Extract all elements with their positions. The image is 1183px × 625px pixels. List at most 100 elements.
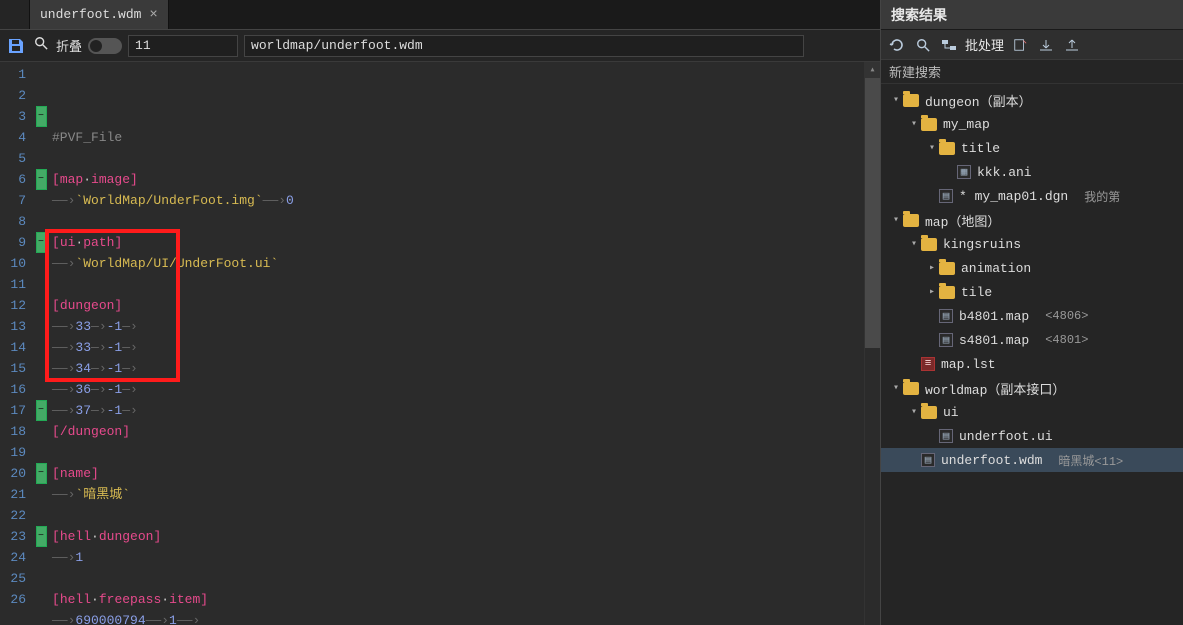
tree-row[interactable]: ≡map.lst	[881, 352, 1183, 376]
search-icon[interactable]	[34, 36, 48, 55]
search-icon[interactable]	[913, 35, 933, 55]
tree-row[interactable]: ▤s4801.map<4801>	[881, 328, 1183, 352]
folder-icon	[939, 262, 955, 275]
code-line[interactable]: [ui·path]	[50, 232, 864, 253]
tree-label: my_map	[943, 117, 990, 132]
fold-marker[interactable]: −	[36, 232, 47, 253]
tree-label: dungeon（副本）	[925, 91, 1032, 110]
tab-spacer	[0, 0, 30, 29]
editor-area: 1234567891011121314151617181920212223242…	[0, 62, 880, 625]
tree-row[interactable]: ▾dungeon（副本）	[881, 88, 1183, 112]
fold-gutter: − − − − − −	[32, 62, 50, 625]
code-line[interactable]: ——›`暗黑城`	[50, 484, 864, 505]
code-line[interactable]: ——›34—›-1—›	[50, 358, 864, 379]
code-line[interactable]: [hell·dungeon]	[50, 526, 864, 547]
file-icon: ▤	[939, 189, 953, 203]
code-line[interactable]	[50, 505, 864, 526]
close-icon[interactable]: ×	[149, 7, 157, 23]
code-line[interactable]: ——›`WorldMap/UnderFoot.img`——›0	[50, 190, 864, 211]
tree-label: kkk.ani	[977, 165, 1032, 180]
code-line[interactable]: ——›690000794——›1——›	[50, 610, 864, 625]
fold-marker[interactable]: −	[36, 526, 47, 547]
tree-row[interactable]: ▤ b4801.map <4806>	[881, 304, 1183, 328]
line-input[interactable]	[128, 35, 238, 57]
code-line[interactable]: ——›36—›-1—›	[50, 379, 864, 400]
panel-toolbar: 批处理	[881, 30, 1183, 60]
tree-row[interactable]: ▾worldmap（副本接口）	[881, 376, 1183, 400]
code-line[interactable]: ——›1	[50, 547, 864, 568]
tree-extra: <4806>	[1045, 309, 1088, 323]
code-line[interactable]: #PVF_File	[50, 127, 864, 148]
fold-marker[interactable]: −	[36, 463, 47, 484]
code-line[interactable]: [hell·freepass·item]	[50, 589, 864, 610]
tree-label: b4801.map	[959, 309, 1029, 324]
editor-panel: underfoot.wdm × 折叠 123456789101112131415…	[0, 0, 880, 625]
tree-label: underfoot.ui	[959, 429, 1053, 444]
scroll-thumb[interactable]	[865, 78, 880, 348]
fold-label: 折叠	[56, 36, 82, 55]
list-file-icon: ≡	[921, 357, 935, 371]
code-content[interactable]: #PVF_File [map·image]——›`WorldMap/UnderFo…	[50, 62, 864, 625]
export-icon[interactable]	[1062, 35, 1082, 55]
tree-row[interactable]: ▾title	[881, 136, 1183, 160]
line-number-gutter: 1234567891011121314151617181920212223242…	[0, 62, 32, 625]
code-line[interactable]: [/dungeon]	[50, 421, 864, 442]
code-line[interactable]	[50, 274, 864, 295]
tree-extra: 我的第	[1084, 188, 1120, 205]
code-line[interactable]	[50, 568, 864, 589]
tree-row[interactable]: ▸tile	[881, 280, 1183, 304]
file-icon: ▤	[921, 453, 935, 467]
tree-extra: 暗黑城<11>	[1058, 452, 1123, 469]
save-icon[interactable]	[4, 34, 28, 58]
code-line[interactable]: [name]	[50, 463, 864, 484]
refresh-icon[interactable]	[887, 35, 907, 55]
scroll-up-icon[interactable]: ▴	[865, 62, 880, 78]
code-line[interactable]	[50, 148, 864, 169]
code-line[interactable]: [map·image]	[50, 169, 864, 190]
scrollbar-vertical[interactable]: ▴	[864, 62, 880, 625]
folder-icon	[921, 118, 937, 131]
code-line[interactable]: ——›`WorldMap/UI/UnderFoot.ui`	[50, 253, 864, 274]
fold-marker[interactable]: −	[36, 169, 47, 190]
folder-icon	[921, 406, 937, 419]
batch-label[interactable]: 批处理	[965, 35, 1004, 54]
code-line[interactable]: [dungeon]	[50, 295, 864, 316]
code-line[interactable]: ——›37—›-1—›	[50, 400, 864, 421]
import-icon[interactable]	[1036, 35, 1056, 55]
search-results-panel: 搜索结果 批处理 新建搜索 ▾dungeon（副本）▾my_map▾title▦…	[880, 0, 1183, 625]
file-icon: ▤	[939, 333, 953, 347]
tree-label: s4801.map	[959, 333, 1029, 348]
tree-row[interactable]: ▤underfoot.ui	[881, 424, 1183, 448]
folder-icon	[921, 238, 937, 251]
tree-row[interactable]: ▤ * my_map01.dgn 我的第	[881, 184, 1183, 208]
panel-header: 搜索结果	[881, 0, 1183, 30]
tree-row[interactable]: ▾map（地图）	[881, 208, 1183, 232]
code-line[interactable]: ——›33—›-1—›	[50, 337, 864, 358]
tree-label: map（地图）	[925, 211, 1000, 230]
tree-row[interactable]: ▾kingsruins	[881, 232, 1183, 256]
edit-icon[interactable]	[1010, 35, 1030, 55]
folder-tree-icon[interactable]	[939, 35, 959, 55]
file-icon: ▤	[939, 309, 953, 323]
tree-row[interactable]: ▾ui	[881, 400, 1183, 424]
new-search-label[interactable]: 新建搜索	[881, 60, 1183, 84]
folder-icon	[939, 286, 955, 299]
code-line[interactable]: ——›33—›-1—›	[50, 316, 864, 337]
path-input[interactable]	[244, 35, 804, 57]
tree-label: animation	[961, 261, 1031, 276]
tree-row[interactable]: ▦kkk.ani	[881, 160, 1183, 184]
fold-marker[interactable]: −	[36, 106, 47, 127]
tree-row[interactable]: ▾my_map	[881, 112, 1183, 136]
code-line[interactable]	[50, 442, 864, 463]
tree-row[interactable]: ▤underfoot.wdm暗黑城<11>	[881, 448, 1183, 472]
tree-row[interactable]: ▸animation	[881, 256, 1183, 280]
tree-label: worldmap（副本接口）	[925, 379, 1065, 398]
fold-marker[interactable]: −	[36, 400, 47, 421]
folder-icon	[939, 142, 955, 155]
code-line[interactable]	[50, 211, 864, 232]
tree-label: * my_map01.dgn	[959, 189, 1068, 204]
tab-bar: underfoot.wdm ×	[0, 0, 880, 30]
tree-label: ui	[943, 405, 959, 420]
fold-toggle[interactable]	[88, 38, 122, 54]
tab-active[interactable]: underfoot.wdm ×	[30, 0, 169, 29]
